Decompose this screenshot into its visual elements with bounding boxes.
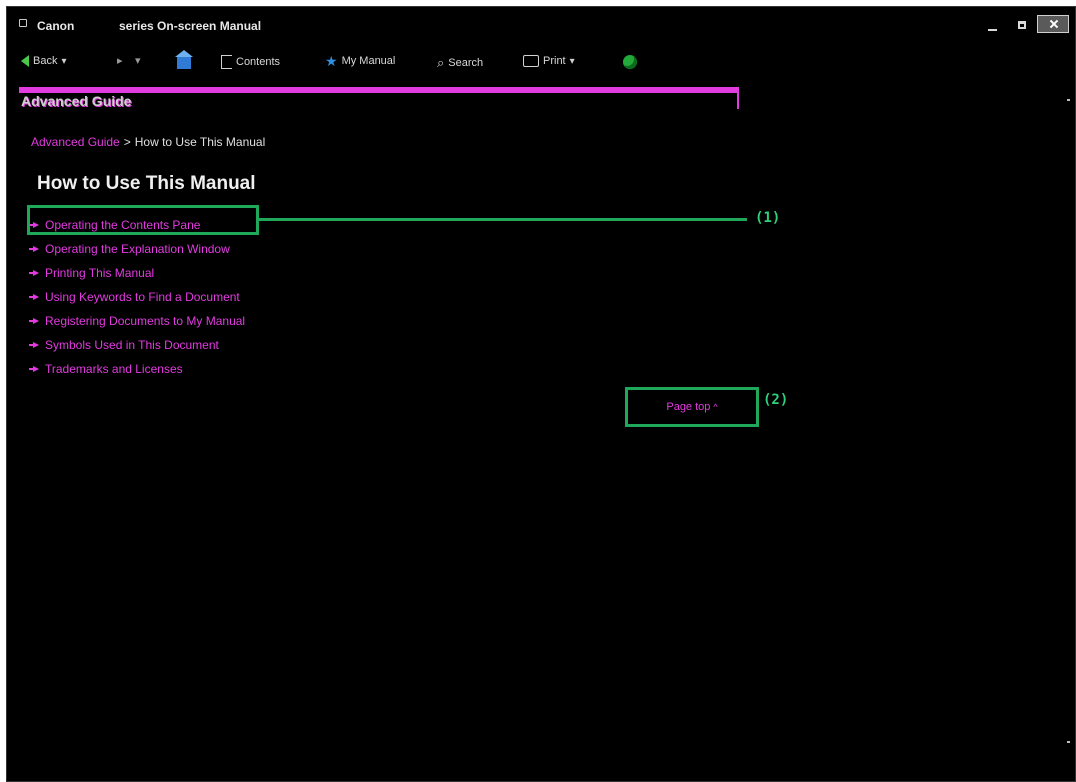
list-item: Printing This Manual (29, 261, 245, 285)
minimize-icon[interactable] (985, 17, 1001, 35)
topic-link-symbols[interactable]: Symbols Used in This Document (45, 333, 219, 357)
list-item: Symbols Used in This Document (29, 333, 245, 357)
print-label: Print (543, 55, 566, 67)
back-label: Back (33, 55, 58, 67)
forward-arrow-icon: ▸ (117, 55, 123, 67)
contents-icon (221, 55, 232, 69)
title-bar: Canon series On-screen Manual (7, 7, 1075, 43)
globe-icon (623, 55, 637, 69)
section-header-title: Advanced Guide (21, 93, 132, 109)
my-manual-button[interactable]: ★ My Manual (325, 53, 396, 69)
star-icon: ★ (325, 53, 338, 69)
callout-box-1 (27, 205, 259, 235)
callout-label-1: (1) (755, 210, 781, 226)
list-item: Using Keywords to Find a Document (29, 285, 245, 309)
scrollbar-bottom-mark[interactable] (1067, 741, 1070, 743)
callout-box-2: Page top ^ (625, 387, 759, 427)
contents-label: Contents (236, 56, 281, 68)
home-icon (175, 50, 193, 69)
arrow-bullet-icon (29, 318, 39, 324)
breadcrumb-link[interactable]: Advanced Guide (31, 135, 120, 149)
topic-link-keywords[interactable]: Using Keywords to Find a Document (45, 285, 240, 309)
section-header: Advanced Guide (19, 87, 739, 109)
print-button[interactable]: Print (523, 55, 575, 67)
up-arrow-icon: ^ (713, 402, 718, 412)
topic-list: Operating the Contents Pane Operating th… (29, 213, 245, 381)
search-label: Search (448, 57, 484, 69)
search-icon: ⌕ (437, 55, 445, 70)
chevron-down-icon: ▾ (135, 55, 141, 67)
page-title: How to Use This Manual (37, 173, 256, 194)
breadcrumb-current: How to Use This Manual (134, 135, 266, 149)
arrow-bullet-icon (29, 366, 39, 372)
window-brand: Canon (37, 19, 75, 33)
callout-line-1 (259, 218, 747, 221)
breadcrumb-separator: > (123, 135, 131, 149)
print-icon (523, 55, 539, 67)
home-button[interactable] (175, 50, 193, 69)
close-icon[interactable] (1037, 15, 1069, 33)
arrow-bullet-icon (29, 246, 39, 252)
manual-window: Canon series On-screen Manual Back ▸ ▾ C… (6, 6, 1076, 782)
web-button[interactable] (623, 55, 637, 69)
list-item: Operating the Explanation Window (29, 237, 245, 261)
forward-button[interactable]: ▸ (117, 54, 123, 67)
arrow-bullet-icon (29, 270, 39, 276)
contents-button[interactable]: Contents (221, 55, 280, 69)
toolbar: Back ▸ ▾ Contents ★ My Manual ⌕ Search P… (7, 50, 1075, 77)
callout-label-2: (2) (763, 392, 789, 408)
back-arrow-icon (21, 55, 29, 67)
app-icon (19, 19, 27, 27)
search-button[interactable]: ⌕ Search (437, 55, 483, 71)
breadcrumb: Advanced Guide > How to Use This Manual (31, 135, 265, 149)
back-button[interactable]: Back (21, 55, 67, 67)
list-item: Registering Documents to My Manual (29, 309, 245, 333)
arrow-bullet-icon (29, 294, 39, 300)
topic-link-my-manual[interactable]: Registering Documents to My Manual (45, 309, 245, 333)
maximize-icon[interactable] (1015, 17, 1031, 35)
page-top-label: Page top (666, 401, 711, 413)
my-manual-label: My Manual (341, 55, 396, 67)
topic-link-explanation-window[interactable]: Operating the Explanation Window (45, 237, 230, 261)
page-top-link[interactable]: Page top ^ (666, 401, 717, 413)
arrow-bullet-icon (29, 342, 39, 348)
forward-dropdown[interactable]: ▾ (135, 54, 141, 67)
topic-link-trademarks[interactable]: Trademarks and Licenses (45, 357, 183, 381)
list-item: Trademarks and Licenses (29, 357, 245, 381)
scrollbar-top-mark[interactable] (1067, 99, 1070, 101)
window-title: series On-screen Manual (119, 19, 262, 33)
topic-link-printing[interactable]: Printing This Manual (45, 261, 154, 285)
